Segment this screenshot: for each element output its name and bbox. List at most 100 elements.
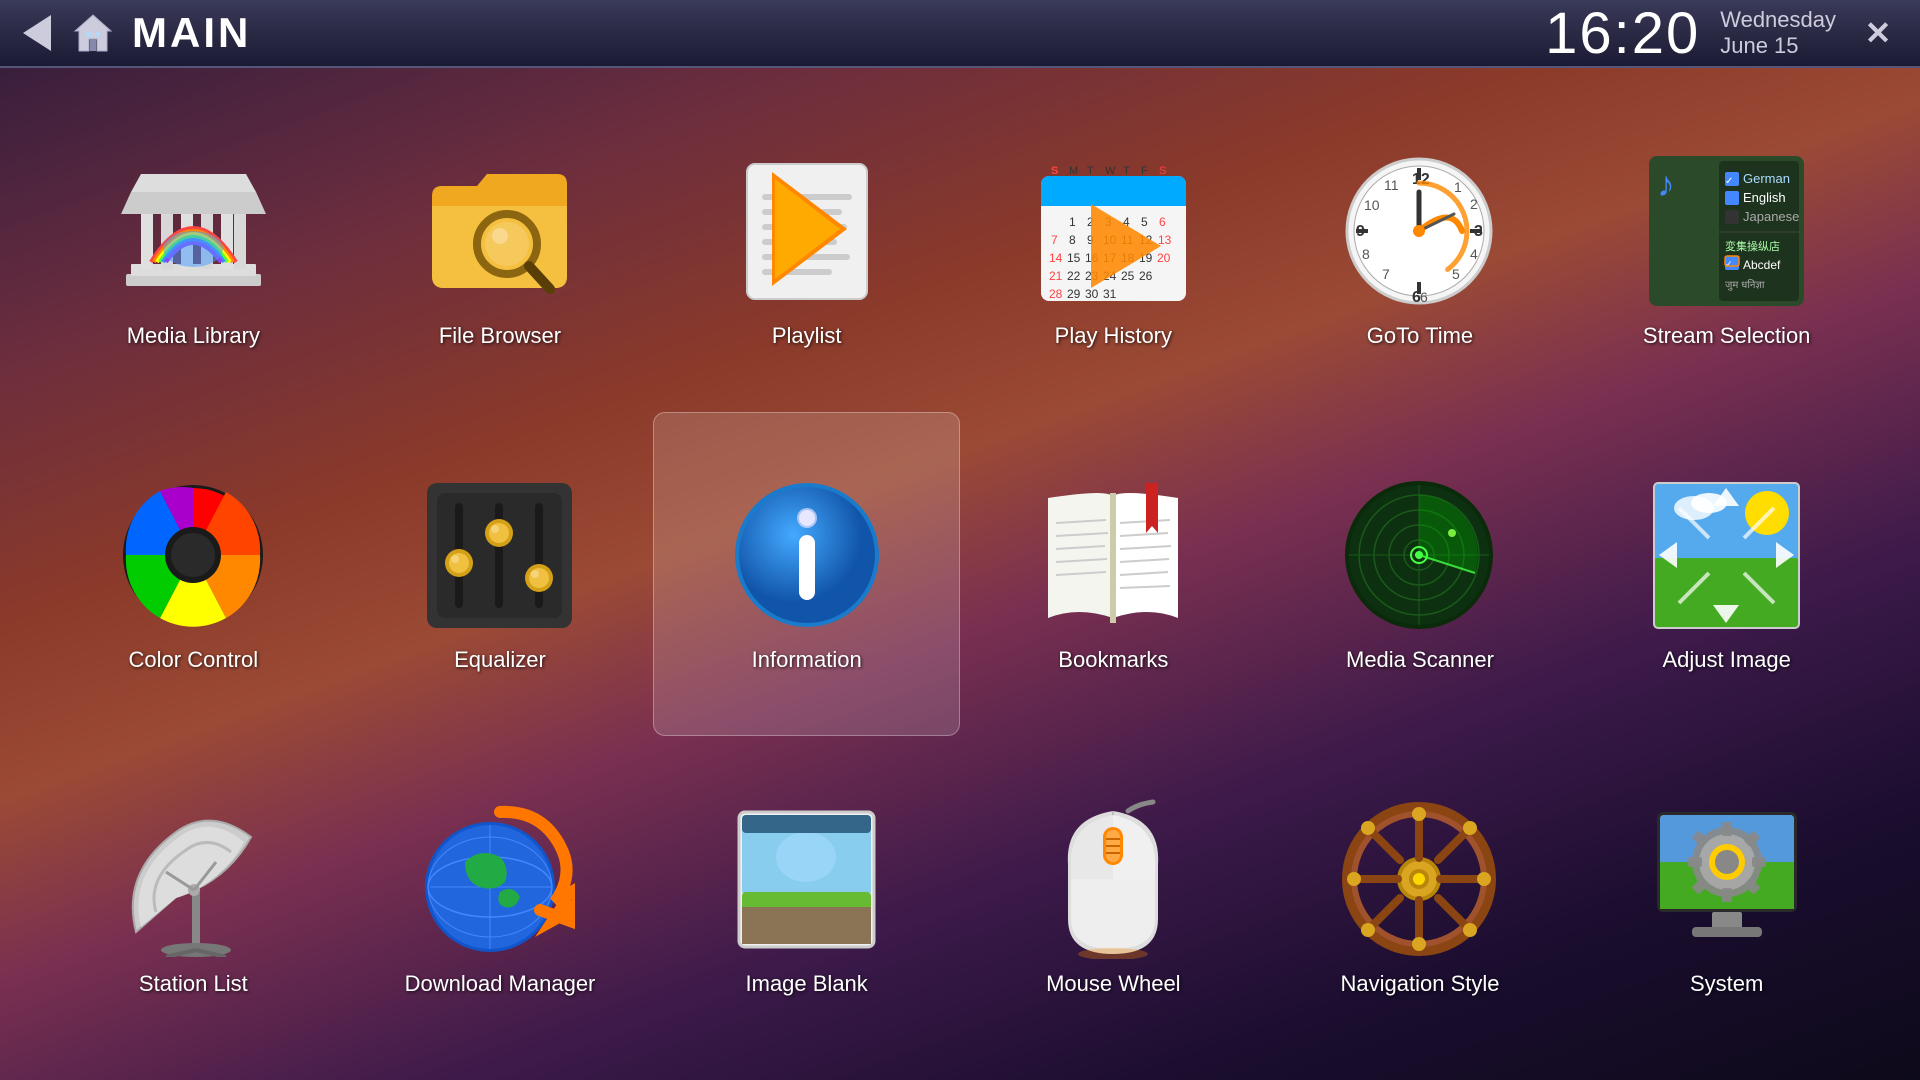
svg-text:8: 8 [1069,233,1076,247]
app-bookmarks[interactable]: Bookmarks [960,412,1267,736]
svg-text:German: German [1743,171,1790,186]
app-grid: Media Library File Browser [0,68,1920,1080]
svg-text:Abcdef: Abcdef [1743,258,1781,272]
date-label: June 15 [1720,33,1798,59]
svg-text:6: 6 [1159,215,1166,229]
file-browser-icon [420,151,580,311]
navigation-style-icon [1340,799,1500,959]
day-label: Wednesday [1720,7,1836,33]
back-arrow-icon [23,15,51,51]
home-icon[interactable] [69,9,117,57]
app-media-library[interactable]: Media Library [40,88,347,412]
svg-text:25: 25 [1121,269,1135,283]
image-blank-icon [727,799,887,959]
svg-text:10: 10 [1364,197,1380,213]
header-bar: MAIN 16:20 Wednesday June 15 ✕ [0,0,1920,68]
svg-text:8: 8 [1362,246,1370,262]
svg-text:Japanese: Japanese [1743,209,1799,224]
svg-text:जुम धनिज्ञा: जुम धनिज्ञा [1725,279,1765,291]
system-label: System [1690,971,1763,997]
svg-text:T: T [1087,165,1094,177]
svg-text:✓: ✓ [1725,176,1733,187]
file-browser-label: File Browser [439,323,561,349]
color-control-icon [113,475,273,635]
svg-text:20: 20 [1157,251,1171,265]
svg-text:S: S [1051,165,1058,177]
svg-text:M: M [1069,165,1078,177]
svg-text:4: 4 [1470,246,1478,262]
app-adjust-image[interactable]: Adjust Image [1573,412,1880,736]
image-blank-label: Image Blank [746,971,868,997]
app-playlist[interactable]: Playlist [653,88,960,412]
app-play-history[interactable]: S M T W T F S 1 2 3 4 5 6 7 8 9 10 11 [960,88,1267,412]
bookmarks-label: Bookmarks [1058,647,1168,673]
header-right: 16:20 Wednesday June 15 ✕ [1545,0,1920,67]
svg-text:1: 1 [1069,215,1076,229]
svg-text:9: 9 [1356,223,1365,240]
svg-text:11: 11 [1384,177,1399,193]
svg-text:T: T [1123,165,1130,177]
header-left: MAIN [0,9,251,57]
svg-text:3: 3 [1474,223,1483,240]
app-information[interactable]: Information [653,412,960,736]
svg-text:F: F [1141,165,1148,177]
stream-selection-icon: ♪ German ✓ English Japanese 変集操纵店 ✓ Abcd… [1647,151,1807,311]
media-library-icon [113,151,273,311]
equalizer-icon [420,475,580,635]
goto-time-icon: 12 3 6 9 1 2 4 5 6 7 8 10 11 [1340,151,1500,311]
media-scanner-label: Media Scanner [1346,647,1494,673]
app-goto-time[interactable]: 12 3 6 9 1 2 4 5 6 7 8 10 11 [1267,88,1574,412]
download-manager-label: Download Manager [405,971,596,997]
color-control-label: Color Control [129,647,259,673]
svg-text:6: 6 [1420,289,1428,305]
download-manager-icon [420,799,580,959]
svg-text:5: 5 [1452,266,1460,282]
app-download-manager[interactable]: Download Manager [347,736,654,1060]
app-media-scanner[interactable]: Media Scanner [1267,412,1574,736]
svg-text:✓: ✓ [1725,259,1733,269]
close-button[interactable]: ✕ [1856,11,1900,55]
svg-text:26: 26 [1139,269,1153,283]
home-svg [71,11,115,55]
media-scanner-icon [1340,475,1500,635]
svg-text:2: 2 [1470,196,1478,212]
svg-text:13: 13 [1158,233,1172,247]
app-navigation-style[interactable]: Navigation Style [1267,736,1574,1060]
app-system[interactable]: System [1573,736,1880,1060]
play-history-icon: S M T W T F S 1 2 3 4 5 6 7 8 9 10 11 [1033,151,1193,311]
svg-text:5: 5 [1141,215,1148,229]
navigation-style-label: Navigation Style [1341,971,1500,997]
playlist-icon [727,151,887,311]
back-button[interactable] [15,11,59,55]
app-stream-selection[interactable]: ♪ German ✓ English Japanese 変集操纵店 ✓ Abcd… [1573,88,1880,412]
svg-text:7: 7 [1051,233,1058,247]
app-equalizer[interactable]: Equalizer [347,412,654,736]
information-label: Information [752,647,862,673]
svg-text:15: 15 [1067,251,1081,265]
app-file-browser[interactable]: File Browser [347,88,654,412]
app-station-list[interactable]: Station List [40,736,347,1060]
svg-text:14: 14 [1049,251,1063,265]
svg-text:変集操纵店: 変集操纵店 [1725,239,1780,253]
playlist-label: Playlist [772,323,842,349]
system-icon [1647,799,1807,959]
svg-text:28: 28 [1049,287,1063,301]
mouse-wheel-icon [1033,799,1193,959]
svg-text:S: S [1159,165,1166,177]
station-list-label: Station List [139,971,248,997]
information-icon [727,475,887,635]
app-image-blank[interactable]: Image Blank [653,736,960,1060]
svg-text:30: 30 [1085,287,1099,301]
svg-text:31: 31 [1103,287,1117,301]
adjust-image-label: Adjust Image [1662,647,1790,673]
svg-text:21: 21 [1049,269,1063,283]
bookmarks-icon [1033,475,1193,635]
svg-text:♪: ♪ [1657,165,1675,204]
page-title: MAIN [132,9,251,57]
svg-text:W: W [1105,165,1116,177]
svg-text:English: English [1743,190,1786,205]
equalizer-label: Equalizer [454,647,546,673]
app-color-control[interactable]: Color Control [40,412,347,736]
media-library-label: Media Library [127,323,260,349]
app-mouse-wheel[interactable]: Mouse Wheel [960,736,1267,1060]
